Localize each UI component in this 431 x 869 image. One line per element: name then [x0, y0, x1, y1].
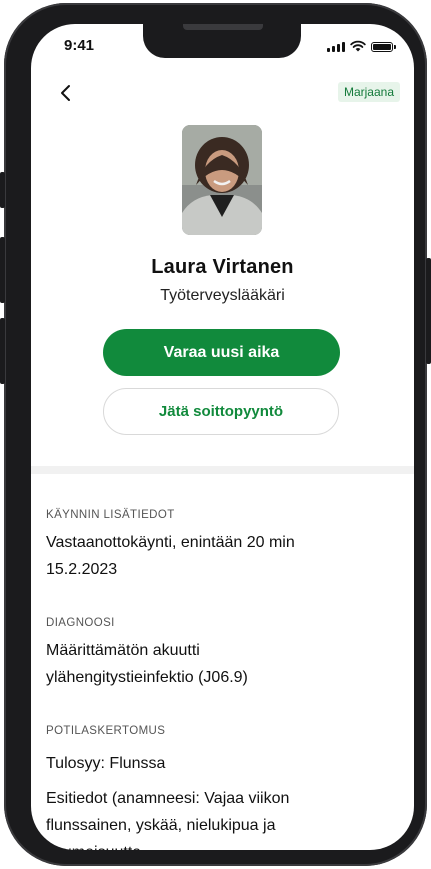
doctor-title: Työterveyslääkäri — [160, 287, 285, 304]
report-history-line1: Esitiedot (anamneesi: Vajaa viikon — [46, 790, 290, 807]
doctor-photo — [182, 125, 262, 235]
volume-down-button — [0, 318, 5, 384]
power-button — [426, 258, 431, 364]
battery-cap — [394, 45, 396, 49]
volume-up-button — [0, 237, 5, 303]
visit-date-text: 15.2.2023 — [46, 561, 118, 578]
section-divider — [31, 466, 414, 474]
diagnosis-line1: Määrittämätön akuutti — [46, 642, 200, 659]
speaker — [183, 24, 263, 30]
visit-details-label: KÄYNNIN LISÄTIEDOT — [46, 509, 175, 521]
phone-frame: 9:41 Marjaana Laura Virtanen Työterveysl… — [4, 3, 427, 866]
report-history-line2: flunssainen, yskää, nielukipua ja — [46, 817, 276, 834]
book-appointment-button[interactable]: Varaa uusi aika — [103, 329, 340, 376]
wifi-icon — [350, 40, 366, 52]
signal-icon — [327, 42, 345, 52]
diagnosis-label: DIAGNOOSI — [46, 617, 115, 629]
app-screen: 9:41 Marjaana Laura Virtanen Työterveysl… — [31, 24, 414, 850]
silent-switch — [0, 172, 5, 208]
patient-report-label: POTILASKERTOMUS — [46, 725, 166, 737]
report-reason-text: Tulosyy: Flunssa — [46, 755, 166, 772]
user-tag[interactable]: Marjaana — [337, 82, 400, 102]
visit-type-text: Vastaanottokäynti, enintään 20 min — [46, 534, 295, 551]
doctor-name: Laura Virtanen — [151, 256, 294, 278]
diagnosis-line2: ylähengitystieinfektio (J06.9) — [46, 669, 248, 686]
battery-icon — [371, 42, 393, 52]
status-icons — [327, 40, 396, 52]
request-callback-button[interactable]: Jätä soittopyyntö — [103, 388, 339, 435]
back-button[interactable] — [55, 82, 77, 104]
report-history-line3: kuumeisuutta — [46, 839, 406, 850]
status-time: 9:41 — [64, 37, 95, 54]
